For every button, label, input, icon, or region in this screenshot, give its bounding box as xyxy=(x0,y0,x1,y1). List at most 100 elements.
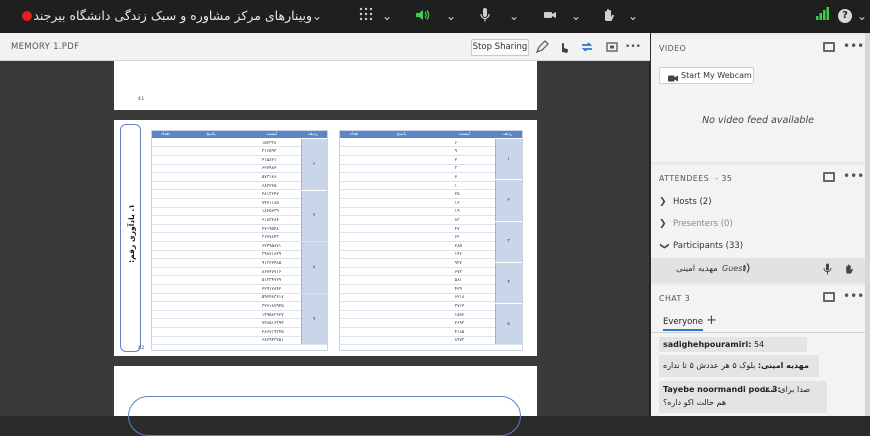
table-cell-number: ۵۱۳۳۴۷۲۹ xyxy=(261,278,282,284)
table-cell-number: ۷۴۲۱۱۸۵ xyxy=(261,200,279,206)
table-cell-number: ۵۹۲۴۸۳۶۱۷ xyxy=(261,295,284,301)
page-number: 42 xyxy=(138,346,145,351)
start-webcam-button[interactable]: Start My Webcam xyxy=(659,67,754,84)
raise-hand-icon[interactable] xyxy=(601,7,615,25)
more-options-icon[interactable]: ••• xyxy=(843,169,864,183)
table-group-label: ۷ xyxy=(312,213,316,219)
previous-page-number: 41 xyxy=(138,97,145,102)
meeting-menu-chevron-icon[interactable]: ⌄ xyxy=(312,7,322,25)
table-cell-number: ۲۶۹۳ xyxy=(454,321,465,327)
draw-pen-icon[interactable] xyxy=(535,40,549,54)
camera-icon[interactable] xyxy=(543,7,557,25)
table-group-label: ۸ xyxy=(312,264,316,270)
table-cell-number: ۲۸۵ xyxy=(454,243,462,249)
chat-sender: مهدیه امینی: xyxy=(757,361,809,370)
more-options-icon[interactable]: ••• xyxy=(843,289,864,303)
table-cell-number: ۴۱۸۵ xyxy=(454,329,465,335)
table-cell-number: ۵۷۳۱۸۶ xyxy=(261,174,277,180)
add-chat-tab-icon[interactable]: + xyxy=(706,313,717,328)
attendees-pod-title: ATTENDEES - 35 xyxy=(659,174,732,183)
next-page xyxy=(114,366,537,436)
table-group-cell: ۲ xyxy=(494,180,522,221)
table-group-label: ۵ xyxy=(507,321,510,327)
table-cell-number: ۵۸۱ xyxy=(454,278,462,284)
table-cell-number: ۴۱۵۸۲۱ xyxy=(261,157,277,163)
document-filename: MEMORY 1.PDF xyxy=(11,42,80,52)
table-group-cell: ۶ xyxy=(300,139,327,190)
table-cell-number: ۲۸۶۷۱۹۳۴۵ xyxy=(261,329,284,335)
chevron-down-icon: ❯ xyxy=(658,242,669,250)
table-group-label: ۶ xyxy=(312,161,316,167)
attendee-raise-hand-icon[interactable] xyxy=(843,263,854,278)
maximize-icon[interactable] xyxy=(823,292,835,302)
attendee-mic-icon[interactable] xyxy=(823,263,832,278)
stop-sharing-button[interactable]: Stop Sharing xyxy=(471,39,529,56)
table-cell-number: ۶۱۸۳۲۸۴ xyxy=(261,217,279,223)
table-cell-number: ۶۸۳۲۲۵ xyxy=(261,183,277,189)
help-chevron-icon[interactable]: ⌄ xyxy=(857,7,867,25)
table-header-label: ردیف xyxy=(502,131,513,137)
table-cell-number: ۹۳۷ xyxy=(454,260,462,266)
table-header-label: تعداد xyxy=(160,131,170,137)
digit-table-right: ردیف لیست پاسخ تعداد ۶ ۹ ۲ ۳ ۷ ۱ ۲۵ ۱۶ ۱۹ ۸۳ ۴۷ ۶۲ ۲۸۵ ۱۴… xyxy=(339,130,523,351)
layout-grid-icon[interactable] xyxy=(359,7,373,25)
maximize-icon[interactable] xyxy=(823,172,835,182)
speaker-chevron-icon[interactable]: ⌄ xyxy=(446,7,456,25)
attendee-count: - 35 xyxy=(715,174,733,183)
table-cell-number: ۲۷۱۹۵۴۸ xyxy=(261,226,279,232)
table-group-cell: ۴ xyxy=(494,262,522,304)
table-group-cell: ۷ xyxy=(300,190,327,242)
help-icon[interactable]: ? xyxy=(838,9,852,23)
table-cell-number: ۸۳ xyxy=(454,217,460,223)
speaker-icon[interactable] xyxy=(414,7,430,25)
table-cell-number: ۲۲۹۱۷۸۴۲ xyxy=(261,286,282,292)
panel-scrollbar[interactable] xyxy=(865,33,870,416)
table-group-cell: ۸ xyxy=(300,242,327,293)
chat-tab-everyone[interactable]: Everyone xyxy=(663,317,703,331)
meeting-title[interactable]: وبینارهای مرکز مشاوره و سبک زندگی دانشگا… xyxy=(33,8,312,23)
microphone-icon[interactable] xyxy=(479,7,491,25)
presenters-label: Presenters (0) xyxy=(673,219,733,229)
microphone-chevron-icon[interactable]: ⌄ xyxy=(509,7,519,25)
table-cell-number: ۶۷۳ xyxy=(454,269,462,275)
video-pod-title: VIDEO xyxy=(659,44,687,53)
start-webcam-label: Start My Webcam xyxy=(681,71,752,80)
fit-page-icon[interactable] xyxy=(605,40,619,54)
chevron-right-icon: ❯ xyxy=(659,219,667,229)
layout-chevron-icon[interactable]: ⌄ xyxy=(382,7,392,25)
table-cell-number: ۱۶ xyxy=(454,200,460,206)
connection-strength-icon xyxy=(815,7,829,25)
table-cell-number: ۹۱۳۶۲۴۸۵ xyxy=(261,260,282,266)
digit-table-left: ردیف لیست پاسخ تعداد ۱۵۲۳۳۸ ۳۱۶۵۹۳ ۴۱۵۸۲۱ ۶۲۷۹۸… xyxy=(151,130,328,351)
hosts-group[interactable]: ❯ Hosts (2) xyxy=(651,191,865,213)
attendee-row[interactable]: مهدیه امینی Guest xyxy=(651,258,865,282)
table-header xyxy=(152,131,327,138)
participants-group[interactable]: ❯ Participants (33) xyxy=(651,235,865,257)
attendees-pod-header: ATTENDEES - 35 ••• xyxy=(651,165,865,191)
table-cell-number: ۶۲۱۸ xyxy=(454,295,465,301)
table-header-label: ردیف xyxy=(307,131,318,137)
video-pod-header: VIDEO ••• xyxy=(651,35,865,61)
more-options-icon[interactable]: ••• xyxy=(843,39,864,53)
table-cell-number: ۷۲۸۵۱۶۳۹۴ xyxy=(261,321,284,327)
section-label: ۱. یادآوری رقم: xyxy=(127,204,136,263)
maximize-icon[interactable] xyxy=(823,42,835,52)
sync-icon[interactable] xyxy=(580,40,594,54)
table-cell-number: ۱۴۹۵۸۳۶۲۷ xyxy=(261,312,284,318)
table-header-label: لیست xyxy=(458,131,470,137)
table-cell-number: ۶ xyxy=(454,140,458,146)
more-options-icon[interactable]: ••• xyxy=(624,40,642,54)
record-indicator-icon[interactable] xyxy=(22,11,32,21)
raise-hand-chevron-icon[interactable]: ⌄ xyxy=(628,7,638,25)
previous-page: 41 xyxy=(114,61,537,110)
table-group-cell: ۵ xyxy=(494,304,522,345)
camera-chevron-icon[interactable]: ⌄ xyxy=(571,7,581,25)
chat-text: بلوک ۵ هر عددش ۵ تا نداره xyxy=(663,361,756,370)
table-group-cell: ۱ xyxy=(494,139,522,180)
table-cell-number: ۱ xyxy=(454,183,458,189)
table-header xyxy=(340,131,522,138)
table-cell-number: ۳۹۸۷۱۸۲۹ xyxy=(261,252,282,258)
attendee-name: مهدیه امینی xyxy=(676,264,718,274)
pointer-icon[interactable] xyxy=(557,40,571,54)
presenters-group[interactable]: ❯ Presenters (0) xyxy=(651,213,865,235)
